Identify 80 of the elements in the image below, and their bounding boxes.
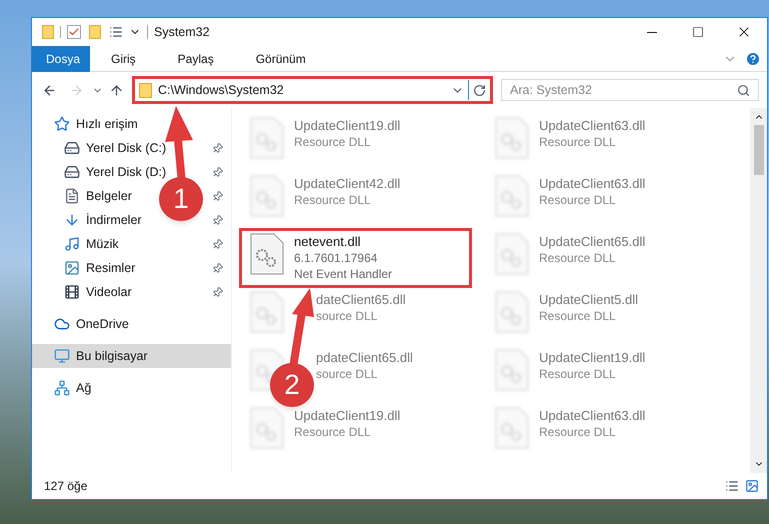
window-title: System32 (154, 24, 210, 41)
file-detail: 6.1.7601.17964 (294, 250, 378, 266)
gear-file-icon (250, 291, 284, 333)
file-detail: source DLL (316, 308, 378, 324)
gear-file-icon (250, 407, 284, 449)
star-icon (54, 116, 70, 132)
file-detail: Resource DLL (539, 250, 617, 266)
up-icon[interactable] (109, 82, 124, 98)
item-count: 127 öğe (44, 478, 88, 495)
file-name[interactable]: UpdateClient65.dll (539, 234, 646, 250)
sidebar-item[interactable]: Videolar (64, 282, 132, 302)
search-field[interactable]: Ara: System32 (501, 79, 759, 101)
file-name[interactable]: pdateClient65.dll (316, 350, 413, 366)
document-icon (64, 188, 80, 204)
gear-file-icon (250, 233, 284, 275)
search-input[interactable]: Ara: System32 (510, 80, 737, 100)
gear-file-icon (495, 349, 529, 391)
maximize-icon (692, 26, 704, 38)
ribbon-tab[interactable]: Görünüm (234, 46, 327, 72)
sidebar-item[interactable]: Hızlı erişim (54, 114, 138, 134)
file-name[interactable]: UpdateClient19.dll (294, 408, 400, 424)
file-name[interactable]: dateClient65.dll (316, 292, 406, 308)
ribbon-tab[interactable]: Giriş (90, 46, 157, 72)
file-name[interactable]: UpdateClient63.dll (539, 118, 646, 134)
ribbon-tab[interactable]: Dosya (32, 46, 90, 72)
sidebar-item[interactable]: Yerel Disk (C:) (64, 138, 166, 158)
back-icon[interactable] (42, 82, 57, 98)
file-detail: Resource DLL (539, 308, 617, 324)
details-view-icon[interactable] (725, 479, 739, 493)
gear-file-icon (495, 117, 529, 159)
picture-icon (64, 260, 80, 276)
file-name[interactable]: UpdateClient63.dll (539, 408, 646, 424)
address-field[interactable]: C:\Windows\System32 (132, 76, 493, 104)
large-icons-view-icon[interactable] (745, 479, 759, 493)
folder-icon (139, 82, 152, 98)
sidebar-item[interactable]: Resimler (64, 258, 136, 278)
refresh-icon[interactable] (473, 84, 486, 96)
sidebar-item[interactable]: Belgeler (64, 186, 132, 206)
monitor-icon (54, 348, 70, 364)
file-detail: Resource DLL (539, 192, 617, 208)
gear-file-icon (495, 175, 529, 217)
file-detail: Resource DLL (539, 424, 617, 440)
sidebar-item[interactable]: Bu bilgisayar (54, 346, 148, 366)
file-detail: Resource DLL (539, 134, 617, 150)
drive-icon (64, 164, 80, 180)
file-detail: Resource DLL (294, 134, 372, 150)
gear-file-icon (250, 175, 284, 217)
gear-file-icon (495, 291, 529, 333)
ribbon-tab[interactable]: Paylaş (156, 46, 235, 72)
file-name[interactable]: UpdateClient42.dll (294, 176, 400, 192)
gear-file-icon (250, 117, 284, 159)
scrollbar[interactable] (750, 108, 767, 473)
file-detail: Resource DLL (539, 366, 617, 382)
cloud-icon (54, 316, 70, 332)
gear-file-icon (495, 407, 529, 449)
file-name[interactable]: UpdateClient19.dll (539, 350, 646, 366)
film-icon (64, 284, 80, 300)
music-note-icon (64, 236, 80, 252)
help-icon[interactable] (745, 50, 761, 66)
file-name[interactable]: UpdateClient63.dll (539, 176, 646, 192)
file-detail: Net Event Handler (294, 266, 392, 282)
sidebar-item[interactable]: OneDrive (54, 314, 129, 334)
network-icon (54, 380, 70, 396)
file-item-highlight[interactable]: netevent.dll 6.1.7601.17964 Net Event Handler (240, 229, 471, 287)
drive-icon (64, 140, 80, 156)
file-name[interactable]: UpdateClient5.dll (539, 292, 638, 308)
file-detail: source DLL (316, 366, 378, 382)
file-detail: Resource DLL (294, 192, 372, 208)
properties-icon[interactable] (109, 25, 123, 39)
checklist-icon[interactable] (67, 25, 81, 39)
search-icon[interactable] (737, 84, 750, 96)
sidebar-item[interactable]: Müzik (64, 234, 119, 254)
address-path: C:\Windows\System32 (158, 82, 285, 99)
file-detail: Resource DLL (294, 424, 372, 440)
file-name[interactable]: UpdateClient19.dll (294, 118, 400, 134)
gear-file-icon (495, 233, 529, 275)
scrollbar-thumb[interactable] (754, 125, 764, 175)
sidebar-item[interactable]: İndirmeler (64, 210, 142, 230)
file-name[interactable]: netevent.dll (294, 234, 392, 250)
sidebar-item[interactable]: Ağ (54, 378, 92, 398)
